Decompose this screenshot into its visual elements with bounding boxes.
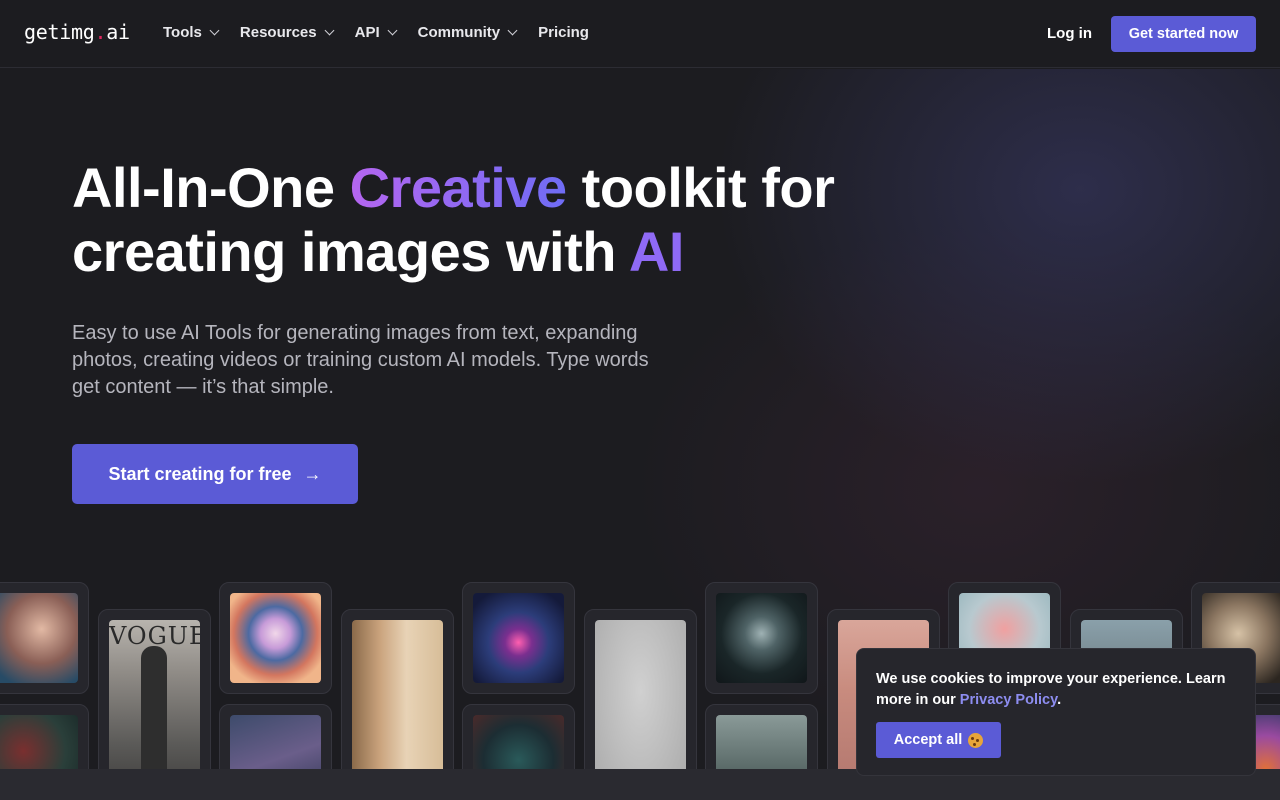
gallery-card[interactable] (219, 582, 332, 694)
figure-silhouette (141, 646, 167, 776)
cookie-banner: We use cookies to improve your experienc… (856, 648, 1256, 776)
headline-text: All-In-One (72, 156, 350, 219)
chevron-down-icon (507, 25, 518, 36)
arrow-right-icon: → (303, 463, 322, 484)
nav-item-label: Resources (239, 24, 317, 41)
chevron-down-icon (209, 25, 220, 36)
start-creating-button[interactable]: Start creating for free → (72, 444, 358, 504)
nav-item-label: API (354, 24, 380, 41)
get-started-button[interactable]: Get started now (1111, 16, 1256, 52)
hero-subtitle: Easy to use AI Tools for generating imag… (72, 322, 649, 398)
nav-item-api[interactable]: API (354, 24, 398, 41)
nav-item-label: Community (417, 24, 501, 41)
login-link[interactable]: Log in (1047, 25, 1092, 42)
cookie-icon (968, 732, 984, 748)
nav-item-pricing[interactable]: Pricing (538, 24, 589, 41)
gallery-card[interactable] (705, 582, 818, 694)
logo-main: getimg (24, 20, 95, 44)
headline-highlight-creative: Creative (349, 156, 568, 219)
gallery-image (473, 593, 564, 683)
gallery-image (716, 593, 807, 683)
cookie-text: . (1057, 692, 1062, 708)
main-menu: Tools Resources API Community Pricing (163, 24, 611, 41)
gallery-card[interactable] (462, 582, 575, 694)
top-nav: getimg.ai Tools Resources API Community … (0, 0, 1280, 68)
accept-label: Accept all (893, 732, 963, 748)
gallery-card[interactable] (0, 582, 89, 694)
nav-item-label: Pricing (538, 24, 589, 41)
logo[interactable]: getimg.ai (24, 20, 130, 44)
nav-item-community[interactable]: Community (417, 24, 518, 41)
logo-dot: . (94, 20, 107, 44)
chevron-down-icon (324, 25, 335, 36)
nav-item-tools[interactable]: Tools (163, 24, 220, 41)
chevron-down-icon (387, 25, 398, 36)
cookie-message: We use cookies to improve your experienc… (876, 669, 1236, 711)
accept-all-button[interactable]: Accept all (876, 722, 1001, 758)
nav-item-resources[interactable]: Resources (239, 24, 335, 41)
logo-tld: ai (106, 20, 130, 44)
hero-headline: All-In-One Creative toolkit for creating… (72, 156, 932, 284)
gallery-image (230, 593, 321, 683)
headline-highlight-ai: AI (628, 220, 685, 283)
gallery-image (0, 593, 78, 683)
privacy-policy-link[interactable]: Privacy Policy (960, 692, 1057, 708)
cta-label: Start creating for free (108, 463, 292, 484)
nav-item-label: Tools (163, 24, 202, 41)
